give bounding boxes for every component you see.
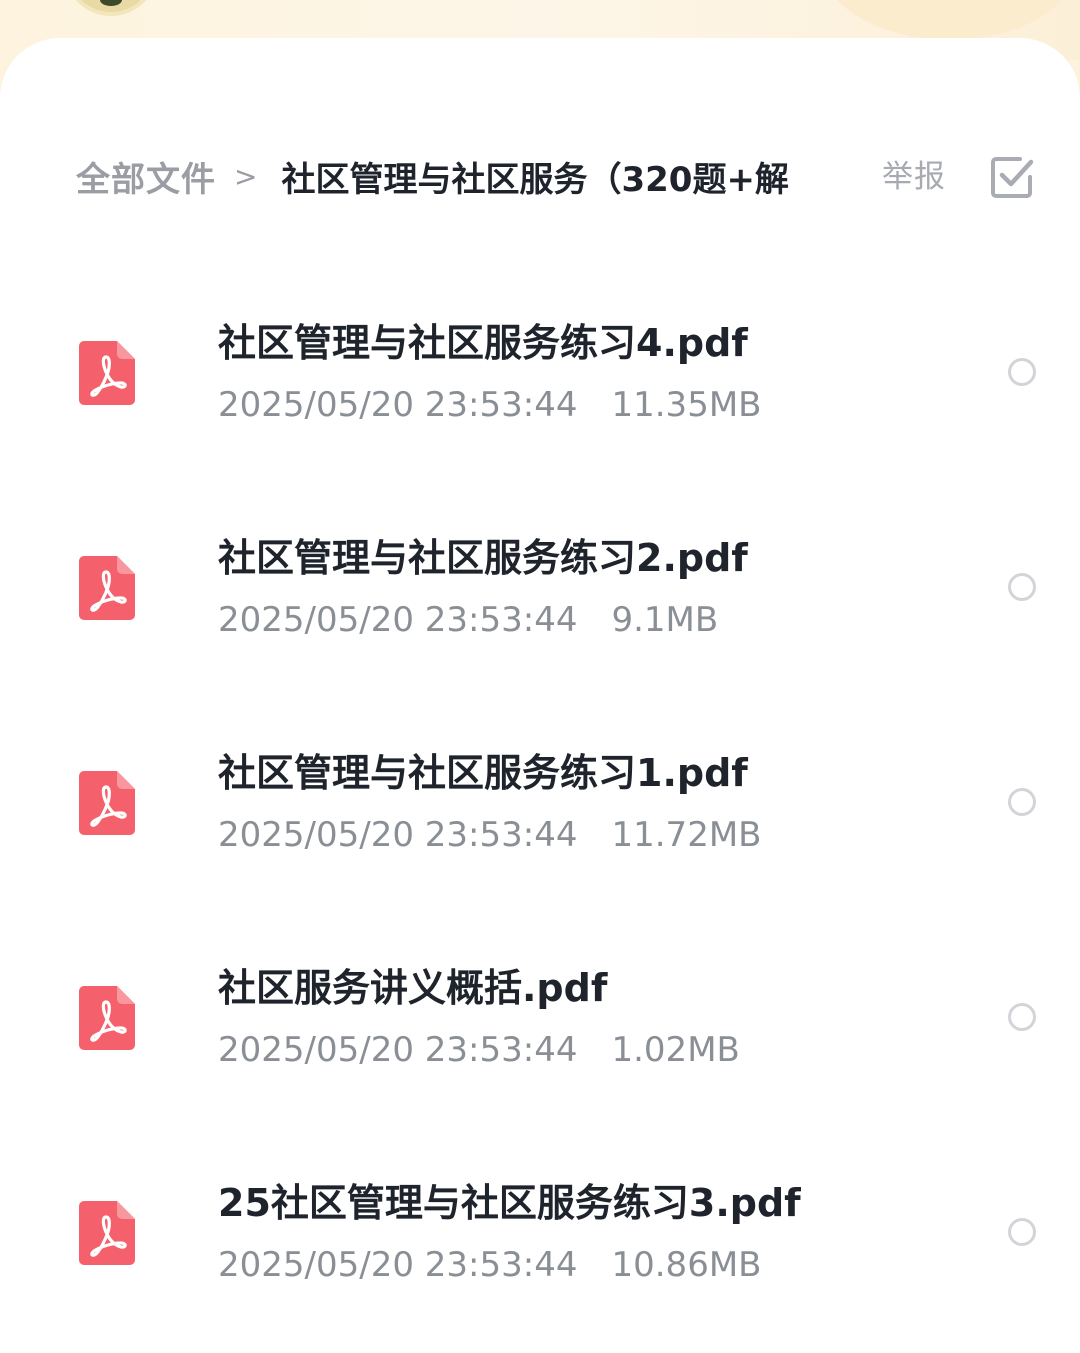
file-date: 2025/05/20 23:53:44 bbox=[218, 815, 578, 855]
checkbox-check-icon[interactable] bbox=[990, 155, 1034, 199]
pdf-icon bbox=[77, 984, 137, 1052]
file-size: 10.86MB bbox=[611, 1245, 762, 1285]
breadcrumb-current-folder: 社区管理与社区服务（320题+解 bbox=[281, 159, 789, 200]
file-row[interactable]: 社区管理与社区服务练习1.pdf 2025/05/20 23:53:44 11.7… bbox=[0, 695, 1080, 910]
breadcrumb: 全部文件 > 社区管理与社区服务（320题+解 bbox=[76, 150, 789, 202]
report-button[interactable]: 举报 bbox=[882, 156, 946, 198]
file-select-radio[interactable] bbox=[1008, 573, 1036, 601]
file-meta: 2025/05/20 23:53:44 10.86MB bbox=[218, 1243, 761, 1287]
pdf-icon bbox=[77, 339, 137, 407]
breadcrumb-root-link[interactable]: 全部文件 bbox=[76, 152, 216, 201]
avatar[interactable] bbox=[64, 0, 158, 16]
file-size: 11.72MB bbox=[611, 815, 762, 855]
file-list: 社区管理与社区服务练习4.pdf 2025/05/20 23:53:44 11.3… bbox=[0, 265, 1080, 1340]
file-row[interactable]: 社区管理与社区服务练习4.pdf 2025/05/20 23:53:44 11.3… bbox=[0, 265, 1080, 480]
file-date: 2025/05/20 23:53:44 bbox=[218, 385, 578, 425]
file-meta: 2025/05/20 23:53:44 11.72MB bbox=[218, 813, 761, 857]
file-name: 社区服务讲义概括.pdf bbox=[218, 966, 608, 1010]
file-date: 2025/05/20 23:53:44 bbox=[218, 600, 578, 640]
file-select-radio[interactable] bbox=[1008, 358, 1036, 386]
pdf-icon bbox=[77, 554, 137, 622]
file-row[interactable]: 25社区管理与社区服务练习3.pdf 2025/05/20 23:53:44 10… bbox=[0, 1125, 1080, 1340]
file-name: 社区管理与社区服务练习1.pdf bbox=[218, 751, 748, 795]
file-size: 1.02MB bbox=[611, 1030, 740, 1070]
file-select-radio[interactable] bbox=[1008, 1218, 1036, 1246]
breadcrumb-separator: > bbox=[234, 159, 258, 193]
pdf-icon bbox=[77, 769, 137, 837]
file-name: 25社区管理与社区服务练习3.pdf bbox=[218, 1181, 801, 1225]
file-row[interactable]: 社区服务讲义概括.pdf 2025/05/20 23:53:44 1.02MB bbox=[0, 910, 1080, 1125]
header-decoration bbox=[820, 0, 1080, 40]
file-row[interactable]: 社区管理与社区服务练习2.pdf 2025/05/20 23:53:44 9.1M… bbox=[0, 480, 1080, 695]
file-name: 社区管理与社区服务练习2.pdf bbox=[218, 536, 748, 580]
file-date: 2025/05/20 23:53:44 bbox=[218, 1030, 578, 1070]
file-size: 9.1MB bbox=[611, 600, 719, 640]
file-meta: 2025/05/20 23:53:44 11.35MB bbox=[218, 383, 761, 427]
file-select-radio[interactable] bbox=[1008, 788, 1036, 816]
file-size: 11.35MB bbox=[611, 385, 762, 425]
pdf-icon bbox=[77, 1199, 137, 1267]
file-meta: 2025/05/20 23:53:44 1.02MB bbox=[218, 1028, 740, 1072]
file-select-radio[interactable] bbox=[1008, 1003, 1036, 1031]
file-date: 2025/05/20 23:53:44 bbox=[218, 1245, 578, 1285]
file-name: 社区管理与社区服务练习4.pdf bbox=[218, 321, 748, 365]
file-meta: 2025/05/20 23:53:44 9.1MB bbox=[218, 598, 718, 642]
